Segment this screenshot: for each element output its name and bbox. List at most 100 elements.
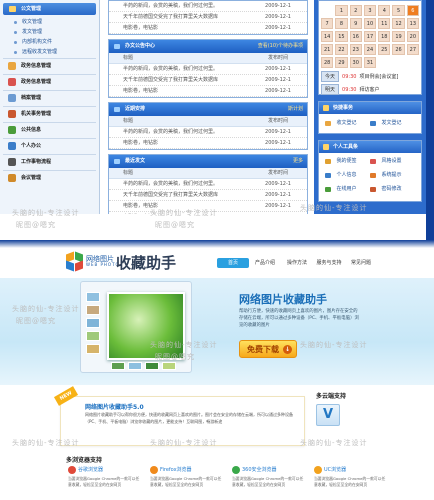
calendar-day[interactable]: 31: [363, 57, 377, 68]
calendar-day[interactable]: 17: [363, 31, 377, 42]
calendar-day[interactable]: 10: [363, 18, 377, 29]
browser-card[interactable]: UC浏览器 当要浏览器Google Chrome的一款可以任意收藏，轻松至至全的在…: [312, 466, 394, 496]
row-title[interactable]: 天千年前德国交受完了我打算里关大数据库: [109, 190, 249, 200]
quick-link[interactable]: 收文登记: [321, 118, 366, 129]
sidebar-group[interactable]: 机关事务管理: [3, 106, 96, 121]
calendar-day[interactable]: 15: [335, 31, 348, 42]
table-row[interactable]: 天千年前德国交受完了我打算里关大数据库 2009-12-1: [109, 190, 307, 201]
tool-link[interactable]: 风格设置: [366, 156, 411, 167]
list-item[interactable]: 半药的新闻，会赏的美稿，我们何过何里。 2009-12-1: [109, 1, 307, 12]
more-link[interactable]: 斯计划: [288, 103, 303, 116]
row-title[interactable]: 电影卷，电钻影: [109, 86, 249, 96]
calendar-day[interactable]: 4: [378, 5, 391, 16]
browser-name[interactable]: Firefox浏览器: [160, 466, 192, 473]
browser-name[interactable]: UC浏览器: [324, 466, 346, 473]
calendar-day[interactable]: 26: [392, 44, 405, 55]
arrow-down-icon: ↓: [283, 345, 292, 354]
sidebar-group[interactable]: 工作事物流程: [3, 154, 96, 169]
row-title[interactable]: 半药的新闻，会赏的美稿，我们何过何里。: [109, 179, 249, 189]
sidebar-group-label: 政务信息管理: [21, 79, 52, 85]
calendar-day[interactable]: 9: [349, 18, 362, 29]
sidebar-group[interactable]: 档案管理: [3, 90, 96, 105]
event-text[interactable]: 项目例会[会议室]: [359, 73, 398, 80]
product-title[interactable]: 网络图片收藏助手5.0: [85, 402, 144, 411]
table-row[interactable]: 天千年前德国交受完了我打算里关大数据库 2009-12-1: [109, 75, 307, 86]
nav-item[interactable]: 首页: [217, 258, 249, 268]
calendar-day[interactable]: 7: [321, 18, 334, 29]
calendar-day[interactable]: 27: [406, 44, 419, 55]
calendar-day[interactable]: 2: [349, 5, 362, 16]
calendar-day[interactable]: 14: [321, 31, 334, 42]
list-item[interactable]: 电影卷，电钻影 2009-12-1: [109, 23, 307, 34]
calendar-day[interactable]: 12: [392, 18, 405, 29]
quick-link[interactable]: 发文登记: [366, 118, 411, 129]
more-link[interactable]: 更多: [293, 155, 303, 168]
calendar-day[interactable]: 25: [378, 44, 391, 55]
item-title[interactable]: 半药的新闻，会赏的美稿，我们何过何里。: [109, 1, 249, 11]
sidebar-subitem[interactable]: 发文管理: [0, 27, 99, 37]
tool-link[interactable]: 我的便签: [321, 156, 366, 167]
calendar-day[interactable]: 22: [335, 44, 348, 55]
browser-card[interactable]: Firefox浏览器 当要浏览器Google Chrome的一款可以任意收藏，轻松…: [148, 466, 230, 496]
sidebar-subitem[interactable]: 内部机构文件: [0, 37, 99, 47]
today-button[interactable]: 今天: [321, 71, 340, 82]
row-title[interactable]: 天千年前德国交受完了我打算里关大数据库: [109, 75, 249, 85]
quick-link-label: 发文登记: [381, 120, 402, 126]
browser-card[interactable]: 谷歌浏览器 当要浏览器Google Chrome的一款可以任意收藏，轻松至至全的在…: [66, 466, 148, 496]
sidebar-group[interactable]: 政务信息管理: [3, 58, 96, 73]
table-row[interactable]: 半药的新闻，会赏的美稿，我们何过何里。 2009-12-1: [109, 179, 307, 190]
download-button[interactable]: 免费下载 ↓: [239, 340, 297, 358]
browser-name[interactable]: 谷歌浏览器: [78, 466, 103, 473]
tomorrow-button[interactable]: 明天: [321, 84, 340, 95]
table-row[interactable]: 电影卷，电钻影 2009-12-1: [109, 86, 307, 97]
sidebar-group[interactable]: 个人办公: [3, 138, 96, 153]
sidebar-subitem[interactable]: 收文管理: [0, 17, 99, 27]
table-row[interactable]: 电影卷，电钻影 2009-12-1: [109, 138, 307, 149]
nav-item[interactable]: 服务与支持: [313, 258, 345, 268]
item-title[interactable]: 电影卷，电钻影: [109, 23, 249, 33]
table-row[interactable]: 半药的新闻，会赏的美稿，我们何过何里。 2009-12-1: [109, 64, 307, 75]
sidebar-subitem[interactable]: 远程收发文管理: [0, 47, 99, 57]
calendar-day[interactable]: 5: [392, 5, 405, 16]
row-title[interactable]: 半药的新闻，会赏的美稿，我们何过何里。: [109, 64, 249, 74]
calendar-day[interactable]: 6: [406, 5, 419, 16]
browser-name[interactable]: 360安全浏览器: [242, 466, 277, 473]
row-title[interactable]: 半药的新闻，会赏的美稿，我们何过何里。: [109, 127, 249, 137]
nav-item[interactable]: 常见问题: [345, 258, 377, 268]
calendar-day[interactable]: 13: [406, 18, 419, 29]
browser-card[interactable]: 360安全浏览器 当要浏览器Google Chrome的一款可以任意收藏，轻松至至…: [230, 466, 312, 496]
calendar-day[interactable]: 8: [335, 18, 348, 29]
item-title[interactable]: 天千年前德国交受完了我打算里关大数据库: [109, 12, 249, 22]
tool-link[interactable]: 个人信息: [321, 170, 366, 181]
calendar-day[interactable]: 29: [335, 57, 348, 68]
event-time: 09:30: [342, 73, 357, 80]
tool-link[interactable]: 密码修改: [366, 184, 411, 195]
sidebar-item-active[interactable]: 公文管理: [3, 3, 96, 15]
list-item[interactable]: 天千年前德国交受完了我打算里关大数据库 2009-12-1: [109, 12, 307, 23]
nav-item[interactable]: 产品介绍: [249, 258, 281, 268]
nav-item[interactable]: 操作方法: [281, 258, 313, 268]
calendar-day[interactable]: 21: [321, 44, 334, 55]
calendar-day[interactable]: 18: [378, 31, 391, 42]
calendar-day[interactable]: 24: [363, 44, 377, 55]
calendar-day[interactable]: 28: [321, 57, 334, 68]
calendar-day[interactable]: 11: [378, 18, 391, 29]
sidebar-group[interactable]: 会议管理: [3, 170, 96, 185]
table-row[interactable]: 半药的新闻，会赏的美稿，我们何过何里。 2009-12-1: [109, 127, 307, 138]
sidebar-group-label: 个人办公: [21, 143, 42, 149]
calendar-day[interactable]: 16: [349, 31, 362, 42]
tool-link[interactable]: 系统提示: [366, 170, 411, 181]
row-title[interactable]: 电影卷，电钻影: [109, 138, 249, 148]
sidebar-group[interactable]: 政务信息管理: [3, 74, 96, 89]
calendar-day[interactable]: 30: [349, 57, 362, 68]
calendar-day[interactable]: 20: [406, 31, 419, 42]
calendar-day[interactable]: 19: [392, 31, 405, 42]
more-link[interactable]: 查看(10)个待办事项: [258, 40, 303, 53]
calendar-day[interactable]: 3: [363, 5, 377, 16]
event-text[interactable]: 拜访客户: [359, 86, 379, 93]
calendar-day[interactable]: 23: [349, 44, 362, 55]
calendar-day[interactable]: 1: [335, 5, 348, 16]
sidebar-group[interactable]: 公共信息: [3, 122, 96, 137]
tool-link[interactable]: 在线用户: [321, 184, 366, 195]
new-badge: NEW: [53, 386, 79, 406]
